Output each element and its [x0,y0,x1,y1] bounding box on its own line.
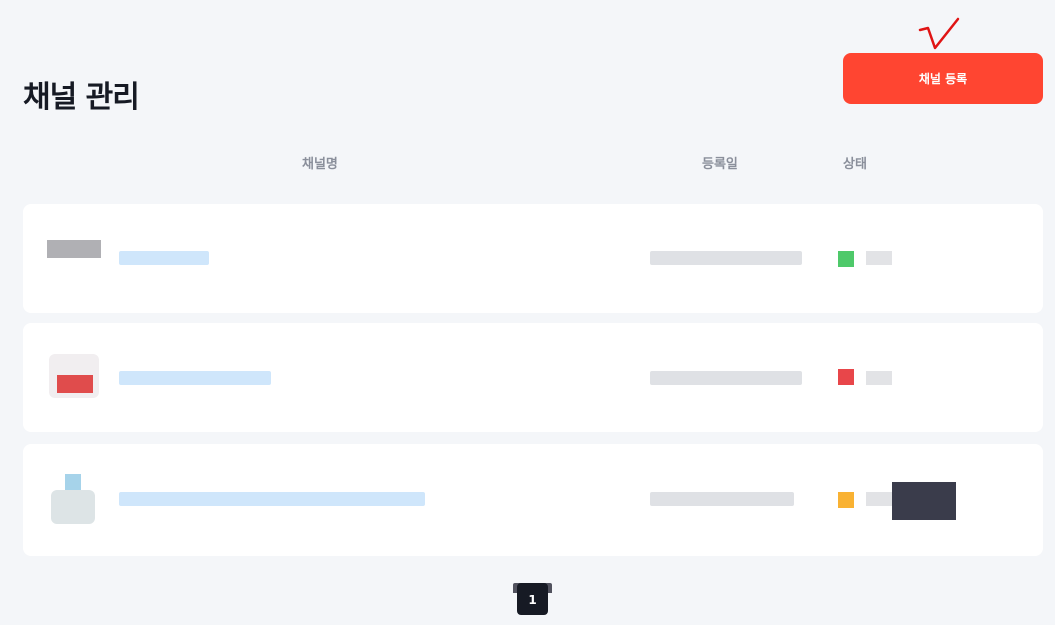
channel-name-link[interactable] [119,251,209,265]
page-title: 채널 관리 [23,80,140,116]
column-header-name[interactable]: 채널명 [302,153,338,172]
channel-row[interactable] [23,323,1043,432]
channel-thumbnail [45,234,101,290]
checkmark-annotation-icon [918,17,960,50]
registration-date [650,371,802,385]
pagination-page-1[interactable]: 1 [517,583,548,615]
channel-thumbnail [45,350,101,406]
status-label [866,492,892,506]
registration-date [650,251,802,265]
channel-name-link[interactable] [119,371,271,385]
register-channel-button[interactable]: 채널 등록 [843,53,1043,104]
status-indicator-icon [838,251,854,267]
status-indicator-icon [838,492,854,508]
status-label [866,371,892,385]
channel-row[interactable] [23,204,1043,313]
column-header-date[interactable]: 등록일 [702,153,738,172]
status-indicator-icon [838,369,854,385]
status-label [866,251,892,265]
registration-date [650,492,794,506]
channel-thumbnail [45,474,101,530]
channel-row[interactable] [23,444,1043,556]
status-badge [892,482,956,520]
channel-name-link[interactable] [119,492,425,506]
column-header-status[interactable]: 상태 [843,153,867,172]
